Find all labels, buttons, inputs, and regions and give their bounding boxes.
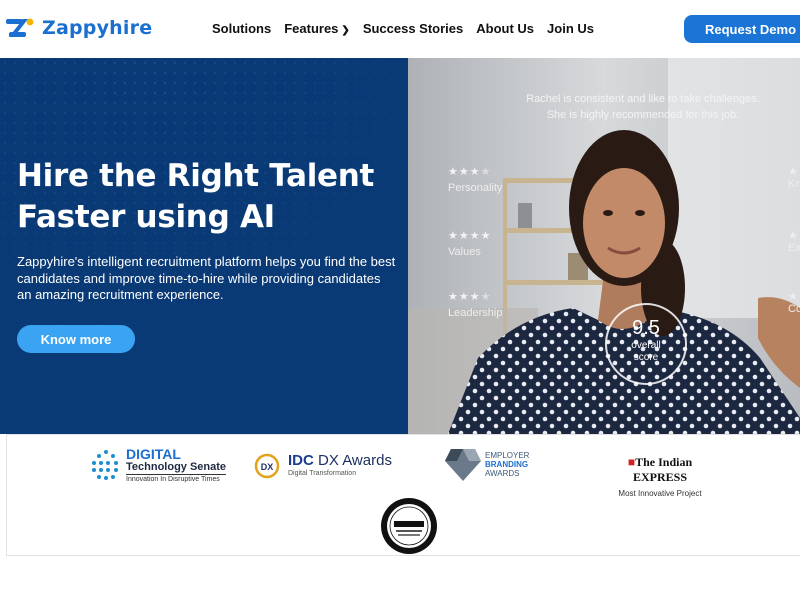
dot-pattern-background	[0, 58, 408, 434]
idc-line-2: Digital Transformation	[288, 470, 357, 477]
trait-right-label: Ex	[788, 242, 800, 254]
trait-right-label: Kn	[788, 178, 800, 190]
star-rating: ★★★★	[448, 166, 492, 178]
quote-line-2: She is highly recommended for this job.	[546, 109, 740, 121]
svg-text:DX: DX	[261, 462, 274, 472]
employer-line-3: AWARDS	[485, 468, 520, 478]
star-icon: ★	[788, 166, 798, 178]
idc-line-1a: IDC	[288, 452, 314, 469]
know-more-button[interactable]: Know more	[17, 325, 135, 353]
employer-line-1: EMPLOYER	[485, 450, 530, 460]
award-idc-dx: DX IDC DX Awards Digital Transformation	[254, 453, 392, 479]
award-employer-branding: EMPLOYER BRANDING AWARDS	[445, 447, 529, 481]
awards-strip: DIGITAL Technology Senate Innovation In …	[6, 434, 800, 556]
quote-line-1: Rachel is consistent and like to take ch…	[526, 93, 760, 105]
site-header: Zappyhire Solutions Features ❯ Success St…	[0, 0, 800, 58]
hero-title-line-2: Faster using AI	[17, 199, 275, 235]
employer-branding-logo-icon	[445, 449, 481, 481]
nav-features[interactable]: Features ❯	[284, 21, 350, 36]
logo[interactable]: Zappyhire	[6, 16, 152, 40]
request-demo-button[interactable]: Request Demo	[684, 15, 800, 43]
chevron-down-icon: ❯	[341, 25, 350, 36]
hero-subtitle: Zappyhire's intelligent recruitment plat…	[17, 254, 396, 302]
hero-title-line-1: Hire the Right Talent	[17, 158, 375, 194]
hero-title: Hire the Right Talent Faster using AI	[17, 156, 374, 238]
star-rating: ★★★★	[448, 291, 492, 303]
trait-label: Values	[448, 246, 481, 258]
award-indian-express: ■The Indian EXPRESS Most Innovative Proj…	[604, 455, 716, 498]
ie-line-1a: The Indian	[635, 455, 693, 469]
trait-right-3: ★ Co	[788, 290, 800, 315]
hero-photo: Rachel is consistent and like to take ch…	[408, 58, 800, 434]
trait-leadership: ★★★★ Leadership	[448, 290, 502, 319]
employer-line-2: BRANDING	[485, 459, 529, 469]
trait-label: Personality	[448, 182, 503, 194]
trait-personality: ★★★★ Personality	[448, 165, 502, 194]
trait-values: ★★★★ Values	[448, 229, 491, 258]
idc-dx-badge-icon: DX	[254, 453, 280, 479]
trait-right-label: Co	[788, 303, 800, 315]
award-seal	[380, 497, 438, 555]
globe-dots-icon	[92, 450, 118, 480]
idc-line-1: IDC DX Awards	[288, 453, 392, 469]
nav-features-label: Features	[284, 21, 339, 36]
trait-right-2: ★ Ex	[788, 229, 800, 254]
logo-text: Zappyhire	[42, 17, 153, 39]
score-value: 9.5	[632, 317, 660, 339]
nav-solutions[interactable]: Solutions	[212, 21, 271, 36]
recommendation-quote: Rachel is consistent and like to take ch…	[518, 91, 768, 123]
dts-line-2: Technology Senate	[126, 461, 227, 475]
award-seal-icon	[381, 498, 437, 554]
idc-line-1b: DX Awards	[318, 452, 392, 469]
star-icon: ★	[788, 291, 798, 303]
award-digital-technology-senate: DIGITAL Technology Senate Innovation In …	[90, 446, 227, 485]
overall-score-badge: 9.5 overall score	[605, 303, 687, 385]
nav-success-stories[interactable]: Success Stories	[363, 21, 463, 36]
trait-right-1: ★ Kn	[788, 165, 800, 190]
ie-line-1b: EXPRESS	[632, 470, 688, 484]
nav-about-us[interactable]: About Us	[476, 21, 534, 36]
dts-line-1: DIGITAL	[126, 446, 181, 462]
score-label-line-2: score	[633, 352, 659, 363]
dts-line-3: Innovation In Disruptive Times	[126, 476, 220, 483]
zappyhire-logo-icon	[6, 18, 34, 37]
trait-label: Leadership	[448, 307, 503, 319]
main-nav: Solutions Features ❯ Success Stories Abou…	[212, 21, 607, 36]
star-rating: ★★★★	[448, 230, 492, 242]
ie-line-2: Most Innovative Project	[618, 489, 702, 498]
star-icon: ★	[788, 230, 798, 242]
hero-section: Hire the Right Talent Faster using AI Za…	[0, 58, 408, 434]
score-label-line-1: overall	[631, 340, 661, 351]
nav-join-us[interactable]: Join Us	[547, 21, 594, 36]
indian-express-logo: ■The Indian EXPRESS	[627, 455, 693, 484]
